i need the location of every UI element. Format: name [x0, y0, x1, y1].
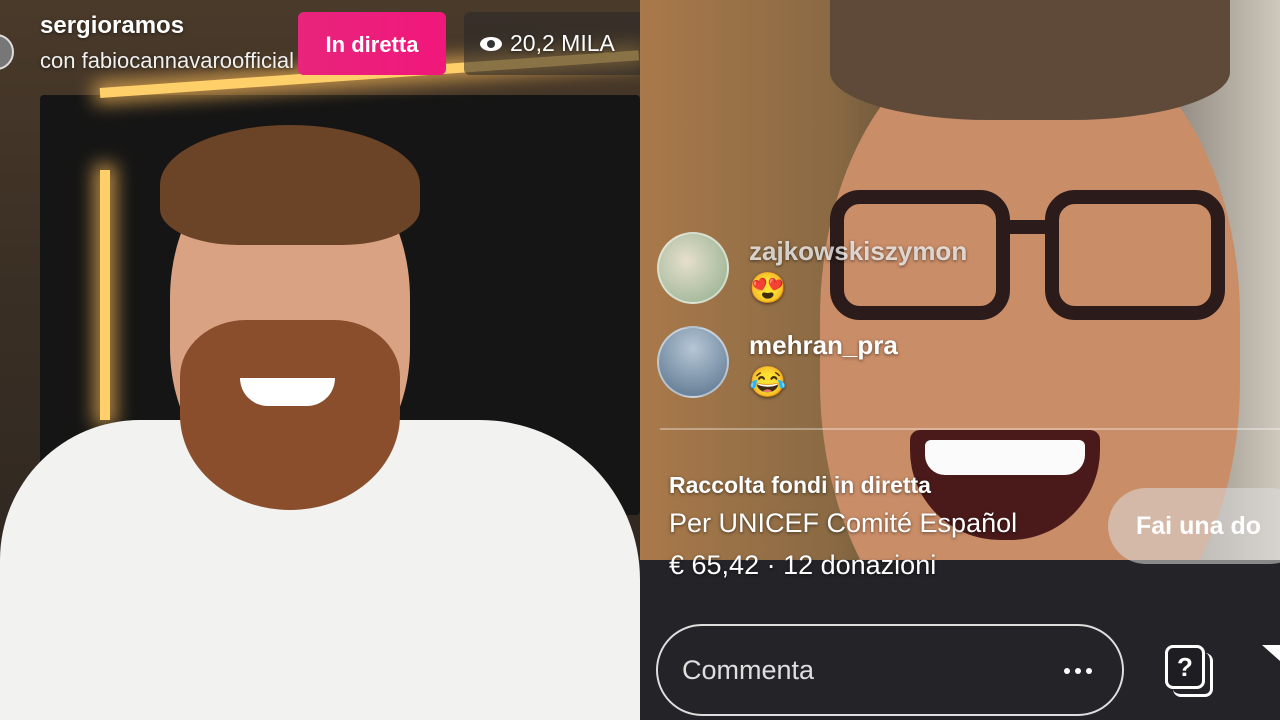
- send-icon[interactable]: [1262, 645, 1280, 661]
- comment-item[interactable]: zajkowskiszymon 😍: [657, 232, 967, 306]
- comment-item[interactable]: mehran_pra 😂: [657, 326, 898, 400]
- guest-line[interactable]: con fabiocannavaroofficial: [40, 48, 294, 74]
- fundraiser-amount: € 65,42 · 12 donazioni: [669, 550, 937, 580]
- comment-placeholder: Commenta: [682, 654, 815, 685]
- question-icon[interactable]: ?: [1165, 645, 1215, 697]
- guest-teeth: [925, 440, 1085, 475]
- comment-avatar[interactable]: [657, 326, 729, 398]
- guest-hair: [830, 0, 1230, 120]
- comment-text: 😂: [749, 366, 787, 399]
- left-video-feed: sergioramos con fabiocannavaroofficial I…: [0, 0, 640, 720]
- comment-text: 😍: [749, 272, 787, 305]
- more-options-icon[interactable]: [1064, 668, 1092, 674]
- comment-avatar[interactable]: [657, 232, 729, 304]
- viewer-count-value: 20,2 MILA: [510, 30, 615, 56]
- comment-input[interactable]: Commenta: [656, 624, 1124, 716]
- led-strip-side: [100, 170, 110, 420]
- fundraiser-organization[interactable]: Per UNICEF Comité Español: [669, 508, 1017, 539]
- fundraiser-title: Raccolta fondi in diretta: [669, 472, 931, 498]
- host-username[interactable]: sergioramos: [40, 12, 184, 40]
- comment-username[interactable]: mehran_pra: [749, 330, 898, 361]
- comment-username[interactable]: zajkowskiszymon: [749, 236, 967, 267]
- live-badge: In diretta: [298, 12, 446, 75]
- host-hair: [160, 125, 420, 245]
- fundraiser-divider: [660, 428, 1280, 430]
- eye-icon: [480, 36, 502, 51]
- host-beard: [180, 320, 400, 510]
- host-avatar[interactable]: [0, 34, 14, 70]
- viewer-count[interactable]: 20,2 MILA: [464, 12, 640, 75]
- host-smile: [240, 378, 335, 406]
- donate-button[interactable]: Fai una do: [1108, 488, 1280, 564]
